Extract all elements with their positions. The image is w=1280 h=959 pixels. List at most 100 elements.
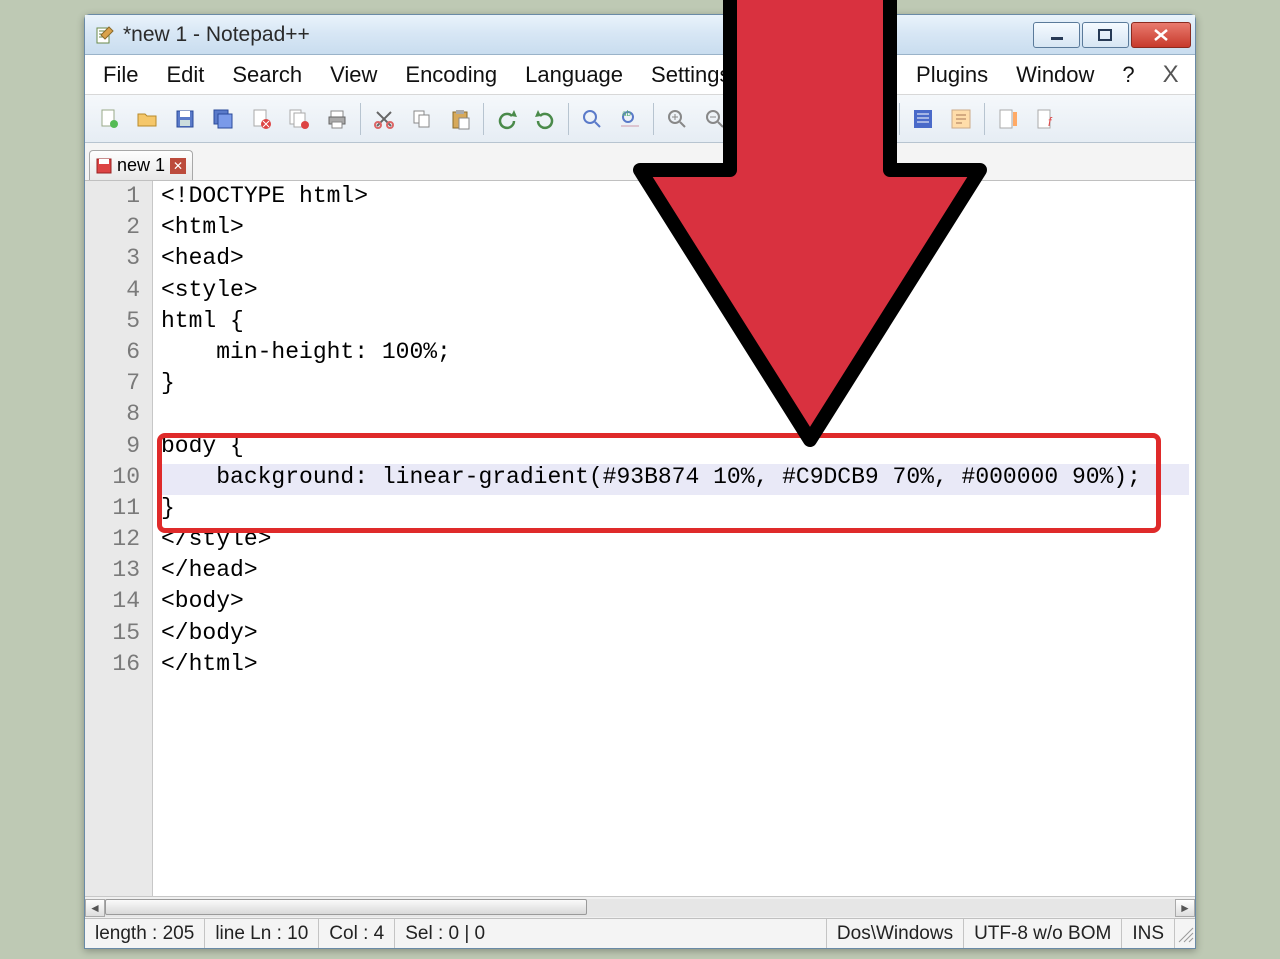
menu-close-doc[interactable]: X [1149, 57, 1193, 93]
scroll-right-icon[interactable]: ► [1175, 899, 1195, 917]
print-button[interactable] [319, 101, 355, 137]
code-area[interactable]: <!DOCTYPE html> <html> <head> <style> ht… [153, 181, 1195, 896]
menu-macro[interactable]: Macro [745, 58, 834, 92]
line-number: 10 [85, 464, 152, 495]
h-scrollbar[interactable]: ◄ ► [85, 896, 1195, 918]
status-sel: Sel : 0 | 0 [395, 919, 827, 948]
line-number: 9 [85, 433, 152, 464]
menu-encoding[interactable]: Encoding [391, 58, 511, 92]
maximize-button[interactable] [1082, 22, 1129, 48]
code-line: <style> [161, 277, 1189, 308]
code-line: </head> [161, 557, 1189, 588]
scroll-left-icon[interactable]: ◄ [85, 899, 105, 917]
menu-plugins[interactable]: Plugins [902, 58, 1002, 92]
line-number: 13 [85, 557, 152, 588]
statusbar: length : 205 line Ln : 10 Col : 4 Sel : … [85, 918, 1195, 948]
close-all-button[interactable] [281, 101, 317, 137]
wordwrap-button[interactable] [820, 101, 856, 137]
code-line: min-height: 100%; [161, 339, 1189, 370]
undo-button[interactable] [489, 101, 525, 137]
redo-button[interactable] [527, 101, 563, 137]
gutter: 1 2 3 4 5 6 7 8 9 10 11 12 13 14 15 16 [85, 181, 153, 896]
tab-strip: new 1 ✕ [85, 143, 1195, 181]
sync-v-button[interactable] [735, 101, 771, 137]
app-window: *new 1 - Notepad++ File Edit Search View… [84, 14, 1196, 949]
separator [814, 103, 815, 135]
line-number: 3 [85, 245, 152, 276]
sync-h-button[interactable] [773, 101, 809, 137]
separator [360, 103, 361, 135]
unsaved-icon [96, 158, 112, 174]
svg-text:ab: ab [622, 109, 631, 118]
separator [984, 103, 985, 135]
menubar: File Edit Search View Encoding Language … [85, 55, 1195, 95]
paste-button[interactable] [442, 101, 478, 137]
save-all-button[interactable] [205, 101, 241, 137]
scroll-thumb[interactable] [105, 899, 587, 915]
find-button[interactable] [574, 101, 610, 137]
code-line: </html> [161, 651, 1189, 682]
line-number: 6 [85, 339, 152, 370]
separator [899, 103, 900, 135]
new-file-button[interactable] [91, 101, 127, 137]
window-title: *new 1 - Notepad++ [123, 23, 1031, 47]
user-lang-button[interactable] [943, 101, 979, 137]
menu-edit[interactable]: Edit [152, 58, 218, 92]
status-encoding: UTF-8 w/o BOM [964, 919, 1122, 948]
save-button[interactable] [167, 101, 203, 137]
cut-button[interactable] [366, 101, 402, 137]
separator [568, 103, 569, 135]
code-line: </style> [161, 526, 1189, 557]
menu-window[interactable]: Window [1002, 58, 1108, 92]
code-line: background: linear-gradient(#93B874 10%,… [161, 464, 1189, 495]
open-file-button[interactable] [129, 101, 165, 137]
menu-language[interactable]: Language [511, 58, 637, 92]
doc-map-button[interactable] [990, 101, 1026, 137]
line-number: 2 [85, 214, 152, 245]
line-number: 5 [85, 308, 152, 339]
code-line: <html> [161, 214, 1189, 245]
status-mode: INS [1122, 919, 1175, 948]
close-button[interactable] [1131, 22, 1191, 48]
line-number: 1 [85, 183, 152, 214]
code-line: } [161, 495, 1189, 526]
menu-settings[interactable]: Settings [637, 58, 745, 92]
code-line: html { [161, 308, 1189, 339]
line-number: 12 [85, 526, 152, 557]
function-list-button[interactable]: f [1028, 101, 1064, 137]
menu-search[interactable]: Search [218, 58, 316, 92]
code-line: </body> [161, 620, 1189, 651]
menu-file[interactable]: File [89, 58, 152, 92]
show-all-chars-button[interactable]: ¶ [858, 101, 894, 137]
code-line: <head> [161, 245, 1189, 276]
code-line: } [161, 370, 1189, 401]
separator [483, 103, 484, 135]
replace-button[interactable]: ab [612, 101, 648, 137]
zoom-in-button[interactable] [659, 101, 695, 137]
resize-grip-icon[interactable] [1175, 924, 1195, 944]
separator [653, 103, 654, 135]
zoom-out-button[interactable] [697, 101, 733, 137]
close-file-button[interactable] [243, 101, 279, 137]
scroll-track[interactable] [105, 899, 1175, 917]
editor[interactable]: 1 2 3 4 5 6 7 8 9 10 11 12 13 14 15 16 <… [85, 181, 1195, 896]
menu-run[interactable]: Run [834, 58, 902, 92]
menu-view[interactable]: View [316, 58, 391, 92]
indent-guide-button[interactable] [905, 101, 941, 137]
line-number: 14 [85, 588, 152, 619]
code-line: body { [161, 433, 1189, 464]
code-line: <!DOCTYPE html> [161, 183, 1189, 214]
app-icon [95, 25, 115, 45]
minimize-button[interactable] [1033, 22, 1080, 48]
menu-help[interactable]: ? [1108, 58, 1148, 92]
tab-new1[interactable]: new 1 ✕ [89, 150, 193, 180]
titlebar[interactable]: *new 1 - Notepad++ [85, 15, 1195, 55]
svg-text:f: f [1048, 115, 1053, 129]
line-number: 7 [85, 370, 152, 401]
tab-close-icon[interactable]: ✕ [170, 158, 186, 174]
copy-button[interactable] [404, 101, 440, 137]
line-number: 11 [85, 495, 152, 526]
code-line [161, 401, 1189, 432]
line-number: 15 [85, 620, 152, 651]
line-number: 16 [85, 651, 152, 682]
